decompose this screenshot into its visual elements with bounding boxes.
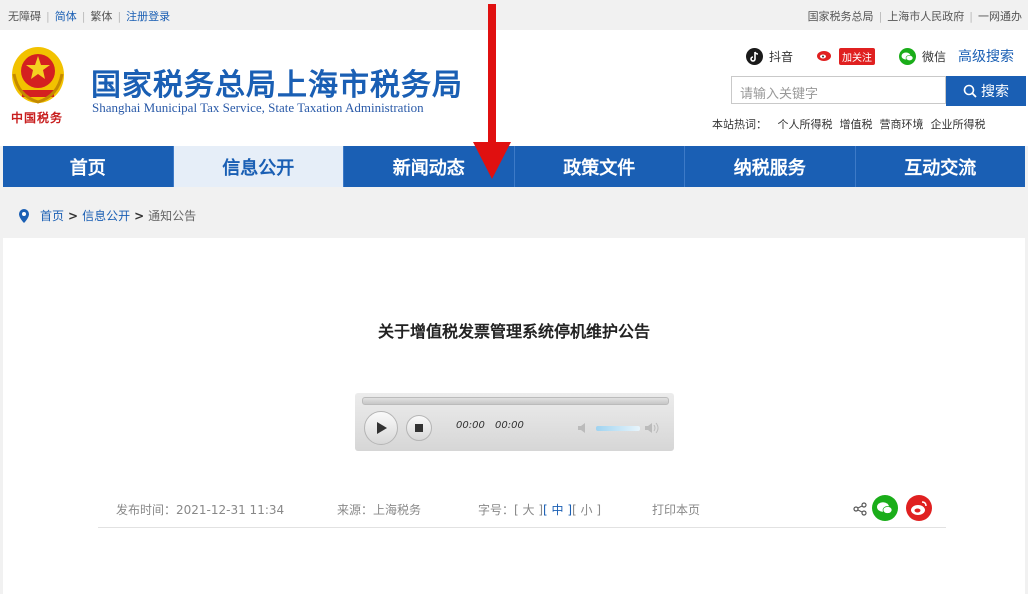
nav-tax-service[interactable]: 纳税服务: [685, 146, 856, 187]
accessibility-link[interactable]: 无障碍: [8, 10, 41, 23]
nav-info-disclosure[interactable]: 信息公开: [173, 146, 344, 187]
hot-terms: 本站热词： 个人所得税 增值税 营商环境 企业所得税: [712, 116, 993, 132]
weibo-follow-button[interactable]: 加关注: [838, 47, 875, 65]
hot-term[interactable]: 营商环境: [880, 118, 924, 131]
breadcrumb-current: 通知公告: [148, 209, 197, 223]
search-icon: [963, 84, 977, 98]
site-subtitle: Shanghai Municipal Tax Service, State Ta…: [92, 100, 424, 115]
play-icon: [377, 422, 387, 434]
breadcrumb-separator: >: [68, 208, 79, 223]
breadcrumb-separator: >: [134, 208, 145, 223]
social-links: 抖音 加关注 微信 高级搜索: [745, 46, 1014, 66]
share-icon[interactable]: [853, 502, 867, 516]
meta-divider: [98, 527, 946, 528]
location-pin-icon: [19, 208, 29, 223]
hot-term[interactable]: 增值税: [840, 118, 873, 131]
search-input[interactable]: 请输入关键字: [731, 76, 946, 104]
play-button[interactable]: [364, 411, 398, 445]
search-button-label: 搜索: [981, 84, 1009, 100]
publish-time: 发布时间：2021-12-31 11:34: [116, 503, 285, 517]
site-header: 中国税务 国家税务总局上海市税务局 Shanghai Municipal Tax…: [0, 30, 1028, 146]
nav-home[interactable]: 首页: [3, 146, 174, 187]
nav-interaction[interactable]: 互动交流: [856, 146, 1026, 187]
wechat-icon: [877, 502, 893, 514]
traditional-link[interactable]: 繁体: [90, 10, 112, 23]
hot-term[interactable]: 个人所得税: [778, 118, 833, 131]
audio-progress-bar[interactable]: [362, 397, 669, 405]
top-utility-bar: 无障碍 | 简体 | 繁体 | 注册登录 国家税务总局 | 上海市人民政府 | 一网通办: [8, 10, 1022, 23]
red-arrow-head: [473, 142, 511, 179]
breadcrumb-home[interactable]: 首页: [40, 207, 64, 224]
douyin-icon[interactable]: [745, 47, 763, 65]
breadcrumb-section[interactable]: 信息公开: [82, 207, 130, 224]
print-page-link[interactable]: 打印本页: [652, 501, 700, 518]
hot-terms-label: 本站热词：: [712, 118, 767, 131]
volume-slider[interactable]: [596, 426, 640, 431]
weibo-icon: [911, 501, 927, 515]
simplified-link[interactable]: 简体: [55, 10, 77, 23]
volume-high-icon[interactable]: [644, 421, 660, 435]
article-title: 关于增值税发票管理系统停机维护公告: [377, 322, 650, 341]
national-emblem-icon: [12, 47, 64, 104]
douyin-label[interactable]: 抖音: [769, 48, 793, 65]
wechat-icon[interactable]: [898, 47, 916, 65]
share-weibo-button[interactable]: [906, 495, 932, 521]
font-size-medium[interactable]: [ 中 ]: [543, 503, 572, 517]
stop-button[interactable]: [406, 415, 432, 441]
site-title[interactable]: 国家税务总局上海市税务局: [91, 60, 463, 104]
article-panel: 关于增值税发票管理系统停机维护公告 00:00 00:00 发布时间：2021-…: [3, 238, 1025, 594]
register-login-link[interactable]: 注册登录: [126, 10, 170, 23]
advanced-search-link[interactable]: 高级搜索: [958, 46, 1014, 66]
weibo-icon[interactable]: [816, 48, 833, 65]
audio-player: 00:00 00:00: [355, 393, 674, 451]
breadcrumb: 首页 > 信息公开 > 通知公告: [18, 207, 196, 224]
article-source: 来源：上海税务: [337, 503, 422, 517]
china-tax-calligraphy: 中国税务: [11, 111, 64, 125]
font-size-control: 字号：[ 大 ][ 中 ][ 小 ]: [478, 501, 601, 518]
font-size-large[interactable]: [ 大 ]: [514, 503, 543, 517]
duration: 00:00: [495, 420, 524, 431]
one-network-link[interactable]: 一网通办: [978, 10, 1022, 23]
hot-term[interactable]: 企业所得税: [931, 118, 986, 131]
share-wechat-button[interactable]: [872, 495, 898, 521]
font-size-label: 字号：: [478, 503, 515, 517]
red-arrow-shaft: [488, 4, 496, 146]
shanghai-gov-link[interactable]: 上海市人民政府: [887, 10, 964, 23]
wechat-label[interactable]: 微信: [922, 48, 946, 65]
volume-low-icon[interactable]: [577, 421, 591, 435]
font-size-small[interactable]: [ 小 ]: [572, 503, 601, 517]
stop-icon: [415, 424, 423, 432]
search-button[interactable]: 搜索: [946, 76, 1026, 106]
sat-link[interactable]: 国家税务总局: [808, 10, 874, 23]
current-time: 00:00: [456, 420, 485, 431]
main-nav: 首页 信息公开 新闻动态 政策文件 纳税服务 互动交流: [3, 146, 1025, 187]
nav-policy-documents[interactable]: 政策文件: [515, 146, 685, 187]
